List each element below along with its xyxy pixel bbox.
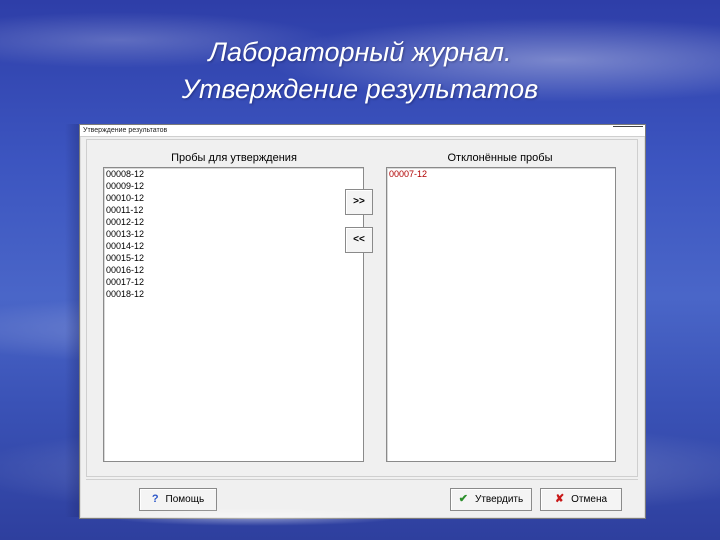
window-shadow bbox=[65, 124, 79, 517]
help-button-label: Помощь bbox=[165, 494, 205, 505]
pending-sample-item[interactable]: 00012-12 bbox=[104, 216, 363, 228]
checkmark-icon: ✔ bbox=[458, 493, 468, 505]
right-list-label: Отклонённые пробы bbox=[447, 152, 553, 164]
rejected-samples-list[interactable]: 00007-12 bbox=[386, 167, 616, 462]
window-title-bar: Утверждение результатов bbox=[80, 125, 645, 137]
pending-samples-list[interactable]: 00008-12 00009-12 00010-12 00011-12 00012-12… bbox=[103, 167, 364, 462]
slide-title-line2: Утверждение результатов bbox=[181, 74, 539, 104]
window-caption: Утверждение результатов bbox=[83, 127, 168, 134]
pending-sample-item[interactable]: 00016-12 bbox=[104, 264, 363, 276]
pending-sample-item[interactable]: 00013-12 bbox=[104, 228, 363, 240]
background-glow bbox=[105, 508, 405, 526]
cancel-button-label: Отмена bbox=[571, 494, 608, 505]
pending-sample-item[interactable]: 00017-12 bbox=[104, 276, 363, 288]
approve-button-label: Утвердить bbox=[474, 494, 524, 505]
window-controls[interactable] bbox=[613, 126, 643, 135]
move-left-button[interactable]: << bbox=[345, 227, 373, 253]
pending-sample-item[interactable]: 00015-12 bbox=[104, 252, 363, 264]
pending-sample-item[interactable]: 00008-12 bbox=[104, 168, 363, 180]
pending-sample-item[interactable]: 00009-12 bbox=[104, 180, 363, 192]
rejected-sample-item[interactable]: 00007-12 bbox=[387, 168, 615, 180]
approval-dialog: Утверждение результатов Пробы для утверж… bbox=[79, 124, 646, 519]
pending-sample-item[interactable]: 00018-12 bbox=[104, 288, 363, 300]
approve-button[interactable]: ✔ Утвердить bbox=[450, 488, 532, 511]
move-right-button[interactable]: >> bbox=[345, 189, 373, 215]
cancel-button[interactable]: ✘ Отмена bbox=[540, 488, 622, 511]
slide-title: Лабораторный журнал. Утверждение результ… bbox=[0, 34, 720, 108]
pending-sample-item[interactable]: 00011-12 bbox=[104, 204, 363, 216]
x-icon: ✘ bbox=[554, 493, 565, 505]
slide-title-line1: Лабораторный журнал. bbox=[208, 37, 512, 67]
footer-divider bbox=[86, 479, 638, 480]
question-icon: ? bbox=[151, 493, 159, 505]
pending-sample-item[interactable]: 00014-12 bbox=[104, 240, 363, 252]
left-list-label: Пробы для утверждения bbox=[171, 152, 297, 164]
pending-sample-item[interactable]: 00010-12 bbox=[104, 192, 363, 204]
